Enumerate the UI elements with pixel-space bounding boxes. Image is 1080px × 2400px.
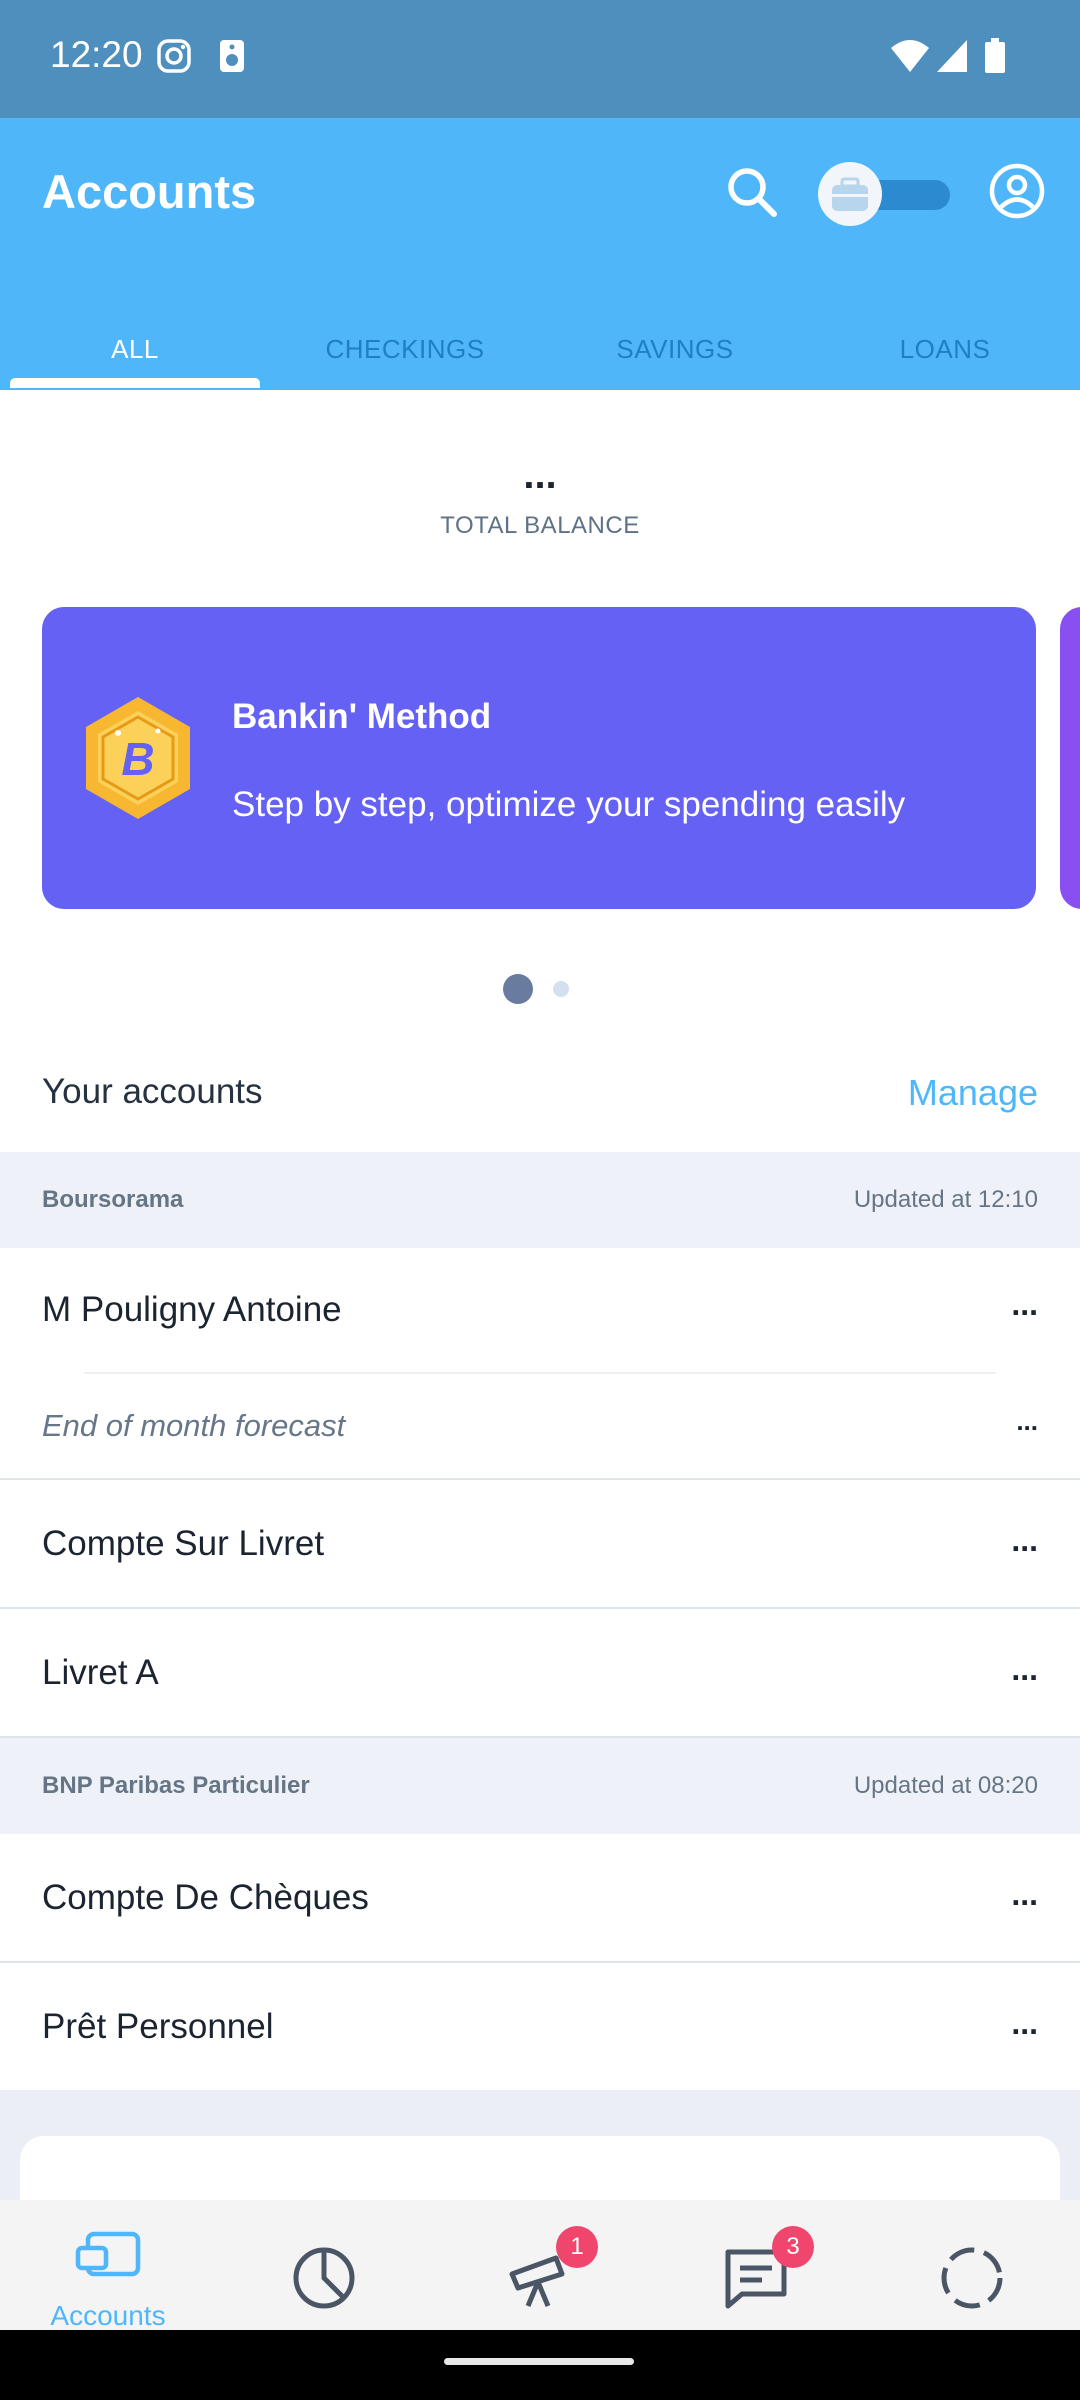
row-divider	[84, 1372, 996, 1374]
tab-savings[interactable]: SAVINGS	[540, 308, 810, 390]
tab-checkings[interactable]: CHECKINGS	[270, 308, 540, 390]
bankin-method-card[interactable]: B Bankin' Method Step by step, optimize …	[42, 607, 1036, 909]
search-icon	[728, 168, 777, 217]
account-row-livret-a[interactable]: Livret A ...	[0, 1609, 1080, 1738]
account-balance: ...	[1011, 1876, 1038, 1912]
svg-text:B: B	[121, 733, 154, 785]
manage-accounts-link[interactable]: Manage	[908, 1072, 1038, 1114]
notification-badge: 1	[556, 2226, 598, 2268]
toggle-knob	[818, 162, 882, 226]
forecast-value: ...	[1016, 1406, 1038, 1436]
system-navigation-bar	[0, 2330, 1080, 2400]
tab-loans[interactable]: LOANS	[810, 308, 1080, 390]
briefcase-icon	[832, 177, 868, 211]
bank-updated-time: Updated at 12:10	[853, 1186, 1038, 1213]
bank-name: Boursorama	[42, 1186, 184, 1213]
page-title: Accounts	[42, 165, 257, 218]
search-button[interactable]	[724, 164, 780, 225]
bank-header-bnp-paribas: BNP Paribas Particulier Updated at 08:20	[0, 1738, 1080, 1834]
account-row-compte-de-cheques[interactable]: Compte De Chèques ...	[0, 1834, 1080, 1963]
promo-title: Bankin' Method	[232, 697, 492, 736]
carousel-dot[interactable]	[553, 981, 569, 997]
account-balance: ...	[1011, 1651, 1038, 1687]
account-name: Compte Sur Livret	[42, 1524, 325, 1563]
profile-button[interactable]	[988, 162, 1046, 225]
account-row-m-pouligny-antoine[interactable]: M Pouligny Antoine ... End of month fore…	[0, 1248, 1080, 1480]
battery-icon	[984, 38, 1006, 79]
bank-header-boursorama: Boursorama Updated at 12:10	[0, 1152, 1080, 1248]
analysis-pie-icon	[293, 2247, 355, 2309]
account-name: Livret A	[42, 1653, 159, 1692]
notification-badge: 3	[772, 2226, 814, 2268]
promo-subtitle: Step by step, optimize your spending eas…	[232, 785, 906, 824]
bankin-badge-icon: B	[80, 693, 196, 828]
account-balance: ...	[1011, 1522, 1038, 1558]
nav-label: Accounts	[50, 2300, 166, 2331]
status-time: 12:20	[50, 34, 143, 75]
account-name: Prêt Personnel	[42, 2007, 274, 2046]
accounts-icon	[75, 2231, 141, 2277]
account-balance: ...	[1011, 1286, 1038, 1322]
bank-name: BNP Paribas Particulier	[42, 1772, 310, 1799]
forecast-label: End of month forecast	[42, 1408, 346, 1443]
total-balance-label: TOTAL BALANCE	[440, 512, 640, 539]
active-tab-indicator	[10, 378, 260, 388]
bank-updated-time: Updated at 08:20	[853, 1772, 1038, 1799]
app-bar: Accounts ALL CHECKINGS SAVINGS LOANS	[0, 118, 1080, 390]
instagram-icon	[156, 38, 192, 79]
account-balance: ...	[1011, 2005, 1038, 2041]
account-row-compte-sur-livret[interactable]: Compte Sur Livret ...	[0, 1480, 1080, 1609]
profile-icon	[989, 163, 1045, 219]
carousel-dot-active[interactable]	[503, 974, 533, 1004]
home-gesture-handle[interactable]	[444, 2358, 634, 2365]
account-row-pret-personnel[interactable]: Prêt Personnel ...	[0, 1963, 1080, 2092]
status-bar: 12:20	[0, 0, 1080, 118]
account-name: M Pouligny Antoine	[42, 1290, 342, 1329]
total-balance-value[interactable]: ...	[0, 455, 1080, 495]
loading-circle-icon	[941, 2247, 1003, 2309]
accounts-section-title: Your accounts	[42, 1072, 263, 1111]
business-mode-toggle[interactable]	[818, 158, 950, 228]
signal-icon	[936, 38, 968, 79]
media-icon	[218, 38, 246, 79]
account-name: Compte De Chèques	[42, 1878, 369, 1917]
wifi-icon	[890, 38, 930, 79]
next-promo-card-peek[interactable]	[1060, 607, 1080, 909]
